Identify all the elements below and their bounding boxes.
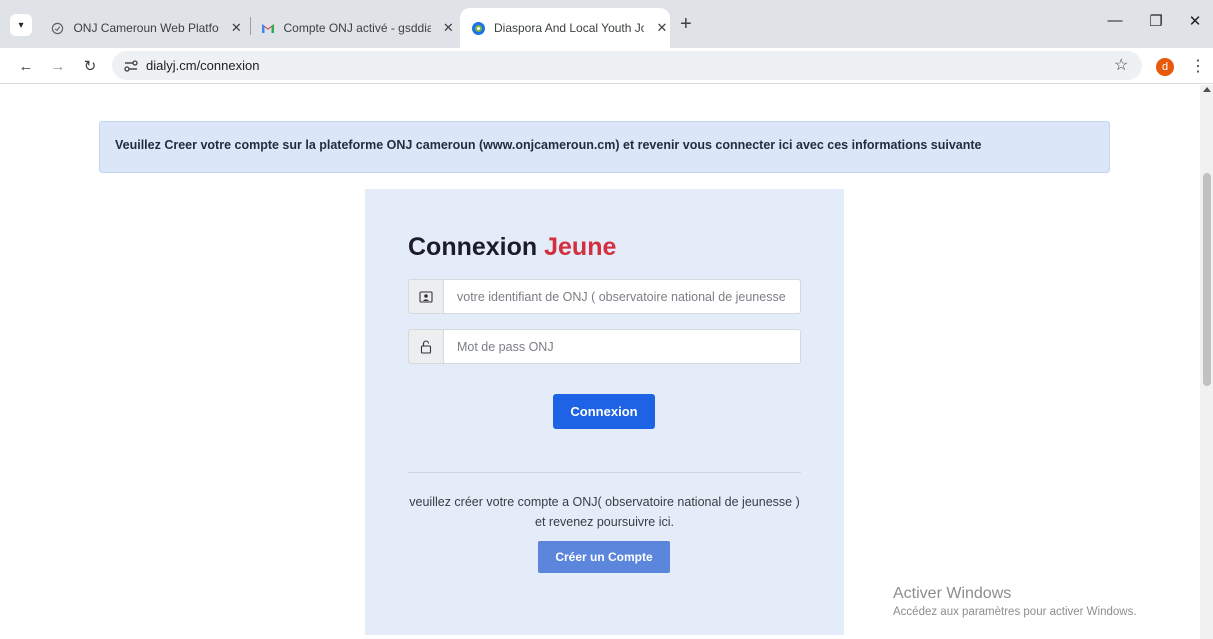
unlock-icon <box>408 329 443 364</box>
password-group <box>408 329 801 364</box>
info-alert: Veuillez Creer votre compte sur la plate… <box>99 121 1110 173</box>
site-info-icon[interactable] <box>122 57 140 75</box>
tab-separator <box>250 17 251 35</box>
back-button[interactable]: ← <box>14 54 38 78</box>
profile-avatar[interactable]: d <box>1156 58 1174 76</box>
tab-search-button[interactable]: ▾ <box>10 14 32 36</box>
tab-title: Diaspora And Local Youth Joint <box>494 21 644 35</box>
tab-strip: ▾ ONJ Cameroun Web Platform ✕ Compte ONJ… <box>0 0 1213 48</box>
tab-onj-platform[interactable]: ONJ Cameroun Web Platform ✕ <box>44 8 244 48</box>
watermark-title: Activer Windows <box>893 585 1012 602</box>
login-title-main: Connexion <box>408 233 538 261</box>
reload-icon: ↻ <box>83 58 97 75</box>
close-icon[interactable]: ✕ <box>654 20 670 36</box>
close-icon[interactable]: ✕ <box>229 20 244 36</box>
tab-dialyj[interactable]: Diaspora And Local Youth Joint ✕ <box>460 8 670 48</box>
scroll-thumb[interactable] <box>1203 173 1211 386</box>
gmail-icon <box>260 20 275 36</box>
address-bar[interactable]: dialyj.cm/connexion <box>112 51 1142 80</box>
arrow-left-icon: ← <box>18 57 34 75</box>
identifier-input[interactable] <box>443 279 801 314</box>
login-card: Connexion Jeune Connexion veuillez créer… <box>365 189 844 635</box>
new-tab-button[interactable]: + <box>680 14 692 34</box>
password-input[interactable] <box>443 329 801 364</box>
identifier-group <box>408 279 801 314</box>
arrow-right-icon: → <box>50 57 66 75</box>
minimize-button[interactable]: — <box>1100 12 1130 29</box>
site-logo-icon <box>470 20 486 36</box>
globe-icon <box>50 20 65 36</box>
windows-activation-watermark: Activer Windows Accédez aux paramètres p… <box>893 585 1137 618</box>
id-card-icon <box>408 279 443 314</box>
tab-title: ONJ Cameroun Web Platform <box>73 21 219 35</box>
chevron-down-icon: ▾ <box>18 19 24 31</box>
forward-button[interactable]: → <box>46 54 70 78</box>
login-title: Connexion Jeune <box>408 233 616 262</box>
bookmark-star-icon[interactable]: ☆ <box>1114 55 1128 75</box>
close-icon[interactable]: ✕ <box>441 20 456 36</box>
restore-button[interactable]: ❐ <box>1141 12 1171 30</box>
tab-title: Compte ONJ activé - gsddialyj@ <box>283 21 431 35</box>
tab-gmail[interactable]: Compte ONJ activé - gsddialyj@ ✕ <box>256 8 456 48</box>
watermark-subtitle: Accédez aux paramètres pour activer Wind… <box>893 606 1137 618</box>
url-text: dialyj.cm/connexion <box>146 58 260 73</box>
login-button[interactable]: Connexion <box>553 394 655 429</box>
vertical-scrollbar[interactable] <box>1200 85 1213 639</box>
create-account-button[interactable]: Créer un Compte <box>538 541 670 573</box>
scroll-up-arrow-icon[interactable] <box>1203 87 1211 92</box>
page-viewport: Veuillez Creer votre compte sur la plate… <box>0 85 1213 639</box>
create-account-hint: veuillez créer votre compte a ONJ( obser… <box>409 495 800 529</box>
reload-button[interactable]: ↻ <box>78 54 102 78</box>
alert-text: Veuillez Creer votre compte sur la plate… <box>115 138 982 152</box>
login-title-accent: Jeune <box>544 233 617 261</box>
divider <box>408 472 801 473</box>
browser-toolbar: ← → ↻ dialyj.cm/connexion ☆ d ⋮ <box>0 48 1213 84</box>
window-close-button[interactable]: ✕ <box>1180 12 1210 30</box>
more-menu-icon[interactable]: ⋮ <box>1190 56 1206 76</box>
